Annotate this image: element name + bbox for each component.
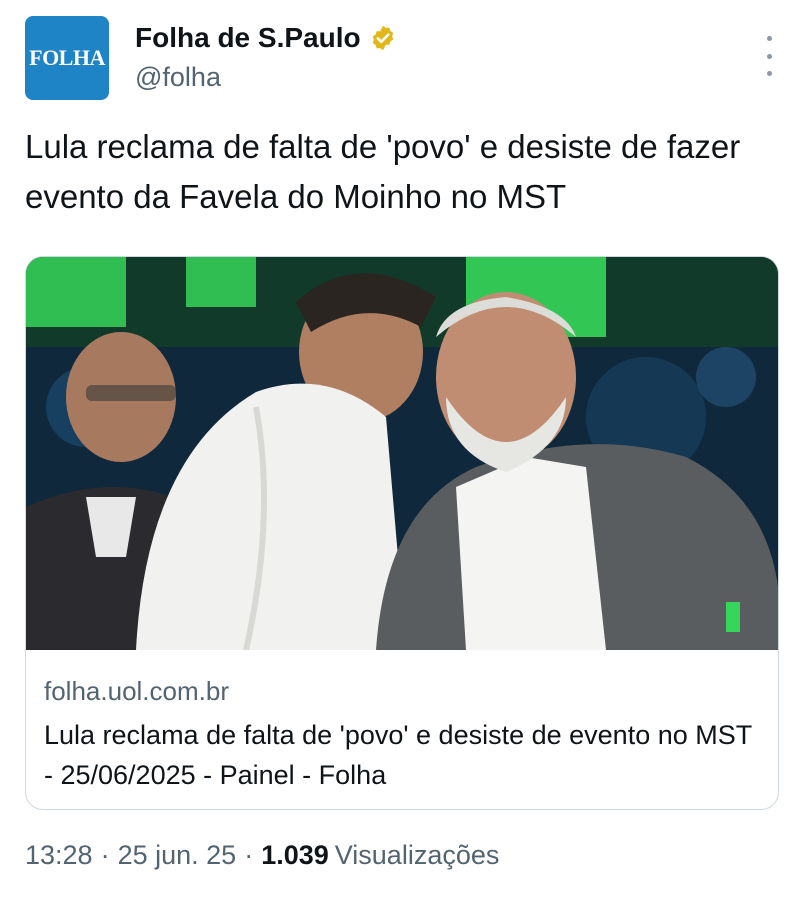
card-image[interactable]: [26, 257, 778, 650]
avatar-logo-text: FOLHA: [29, 45, 105, 70]
author-handle[interactable]: @folha: [135, 62, 221, 93]
photo-two-men-embracing-icon: [26, 257, 778, 650]
author-display-name[interactable]: Folha de S.Paulo: [135, 22, 361, 54]
card-meta: folha.uol.com.br Lula reclama de falta d…: [44, 673, 764, 795]
link-preview-card[interactable]: folha.uol.com.br Lula reclama de falta d…: [25, 256, 779, 810]
separator: ·: [100, 840, 110, 870]
tweet-footer: 13:28 · 25 jun. 25 · 1.039 Visualizações: [25, 840, 499, 871]
avatar[interactable]: FOLHA: [25, 16, 109, 100]
more-dot: [766, 53, 772, 59]
tweet-date[interactable]: 25 jun. 25: [118, 840, 237, 871]
more-options-icon[interactable]: [763, 36, 775, 76]
tweet-text: Lula reclama de falta de 'povo' e desist…: [25, 128, 741, 215]
more-dot: [766, 71, 772, 76]
author-name-row: Folha de S.Paulo: [135, 22, 397, 54]
card-domain: folha.uol.com.br: [44, 676, 229, 706]
separator: ·: [244, 840, 254, 870]
tweet-header: FOLHA Folha de S.Paulo @folha: [25, 16, 779, 106]
views-count[interactable]: 1.039: [261, 840, 329, 871]
card-title: Lula reclama de falta de 'povo' e desist…: [44, 720, 752, 790]
more-dot: [766, 36, 772, 41]
verified-badge-icon: [369, 24, 397, 52]
tweet-time[interactable]: 13:28: [25, 840, 93, 871]
views-label[interactable]: Visualizações: [335, 840, 500, 871]
